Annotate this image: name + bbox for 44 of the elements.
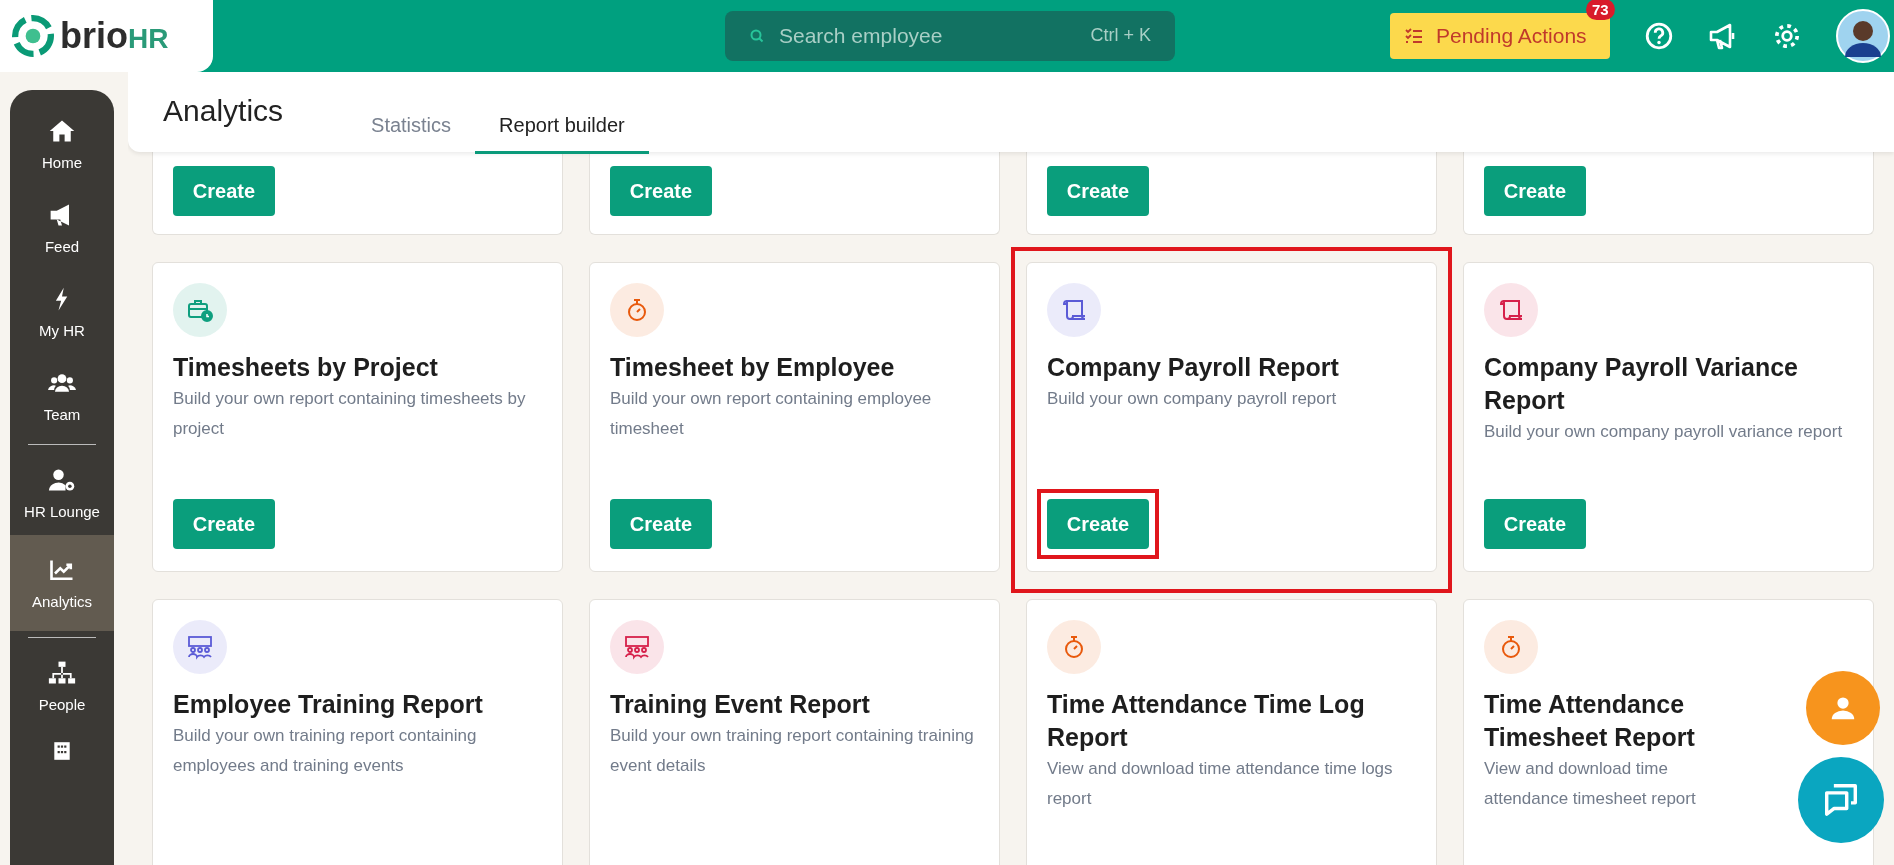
create-button[interactable]: Create (610, 166, 712, 216)
sidebar-item[interactable]: Feed (10, 186, 114, 270)
card-title: Time Attendance Time Log Report (1047, 689, 1366, 753)
count-badge: 73 (1586, 0, 1615, 20)
create-button[interactable]: Create (1047, 166, 1149, 216)
logo-text[interactable]: brioHR (60, 15, 169, 57)
tab[interactable]: Statistics (347, 114, 476, 154)
card-title: Employee Training Report (173, 689, 484, 720)
building-icon[interactable] (51, 742, 73, 760)
card-title: Training Event Report (610, 689, 871, 720)
card-title: Time Attendance Timesheet Report (1484, 689, 1696, 753)
avatar-icon[interactable] (1836, 9, 1890, 63)
create-button[interactable]: Create (1047, 499, 1149, 549)
org-chart-icon (48, 659, 76, 686)
search-icon (749, 28, 765, 44)
sidebar-item[interactable]: Team (10, 354, 114, 438)
card-description: Build your own training report containing employees and training events (173, 725, 478, 777)
logo-swirl-icon[interactable] (12, 15, 54, 57)
sidebar-item[interactable]: My HR (10, 270, 114, 354)
card-description: Build your own report containing timesheets by project (173, 388, 527, 440)
sidebar-item[interactable]: HR Lounge (10, 451, 114, 535)
sidebar-item[interactable]: People (10, 644, 114, 728)
card-title: Company Payroll Report (1047, 352, 1340, 383)
create-button[interactable]: Create (1484, 499, 1586, 549)
card-title: Timesheets by Project (173, 352, 439, 383)
create-button[interactable]: Create (1484, 166, 1586, 216)
card-title: Company Payroll Variance Report (1484, 352, 1800, 416)
settings-icon[interactable] (1772, 21, 1802, 51)
sidebar-item[interactable]: Analytics (10, 535, 114, 631)
checklist-icon (1404, 26, 1424, 46)
shortcut-hint: Ctrl + K (1090, 25, 1151, 46)
card-title: Timesheet by Employee (610, 352, 896, 383)
card-description: Build your own training report containing training event details (610, 725, 975, 777)
card-description: Build your own company payroll variance report (1484, 421, 1844, 443)
create-button[interactable]: Create (173, 166, 275, 216)
help-icon[interactable] (1644, 21, 1674, 51)
create-button[interactable]: Create (610, 499, 712, 549)
create-button[interactable]: Create (173, 499, 275, 549)
page-title: Analytics (163, 94, 284, 128)
card-description: View and download time attendance timesheet report (1484, 758, 1697, 810)
sidebar-item[interactable]: Home (10, 102, 114, 186)
card-description: Build your own company payroll report (1047, 388, 1338, 410)
card-description: Build your own report containing employee timesheet (610, 388, 933, 440)
card-description: View and download time attendance time logs report (1047, 758, 1394, 810)
